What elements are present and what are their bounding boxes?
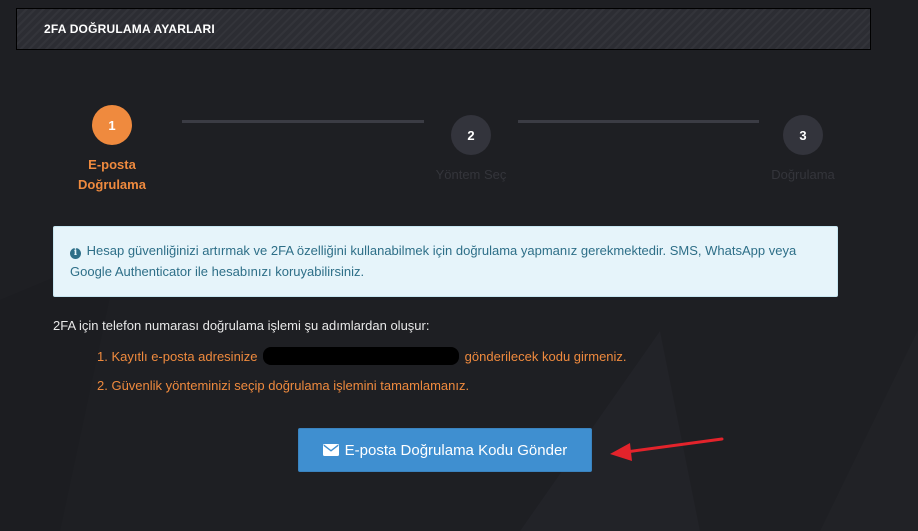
step-connector-2 — [518, 120, 759, 123]
send-email-code-button[interactable]: E-posta Doğrulama Kodu Gönder — [298, 428, 592, 472]
list-item: 2. Güvenlik yönteminizi seçip doğrulama … — [97, 376, 627, 396]
step-2-label: Yöntem Seç — [435, 167, 507, 182]
info-text: Hesap güvenliğinizi artırmak ve 2FA özel… — [70, 243, 797, 279]
step-3-label: Doğrulama — [771, 167, 835, 182]
list-item: 1. Kayıtlı e-posta adresinize gönderilec… — [97, 347, 627, 367]
instruction-step-2: 2. Güvenlik yönteminizi seçip doğrulama … — [97, 378, 470, 393]
info-alert: i Hesap güvenliğinizi artırmak ve 2FA öz… — [53, 226, 838, 297]
step-3-number: 3 — [799, 127, 807, 143]
redacted-email — [263, 347, 460, 365]
info-circle-icon: i — [70, 248, 81, 259]
send-email-code-label: E-posta Doğrulama Kodu Gönder — [344, 441, 568, 459]
step-1-label: E-posta Doğrulama — [78, 157, 146, 192]
instruction-step-1-end: gönderilecek kodu girmeniz. — [464, 349, 627, 364]
progress-stepper: 1 E-posta Doğrulama 2 Yöntem Seç 3 Doğru… — [0, 0, 918, 200]
step-connector-1 — [182, 120, 424, 123]
envelope-icon — [322, 444, 339, 456]
instruction-step-1-start: 1. Kayıtlı e-posta adresinize — [97, 349, 258, 364]
instructions-intro: 2FA için telefon numarası doğrulama işle… — [53, 318, 430, 333]
step-2-indicator: 2 — [451, 115, 491, 155]
annotation-arrow — [610, 437, 724, 461]
instructions-list: 1. Kayıtlı e-posta adresinize gönderilec… — [97, 347, 627, 396]
step-3-indicator: 3 — [783, 115, 823, 155]
step-1-indicator: 1 — [92, 105, 132, 145]
step-2-number: 2 — [467, 127, 475, 143]
step-1-number: 1 — [108, 117, 116, 133]
